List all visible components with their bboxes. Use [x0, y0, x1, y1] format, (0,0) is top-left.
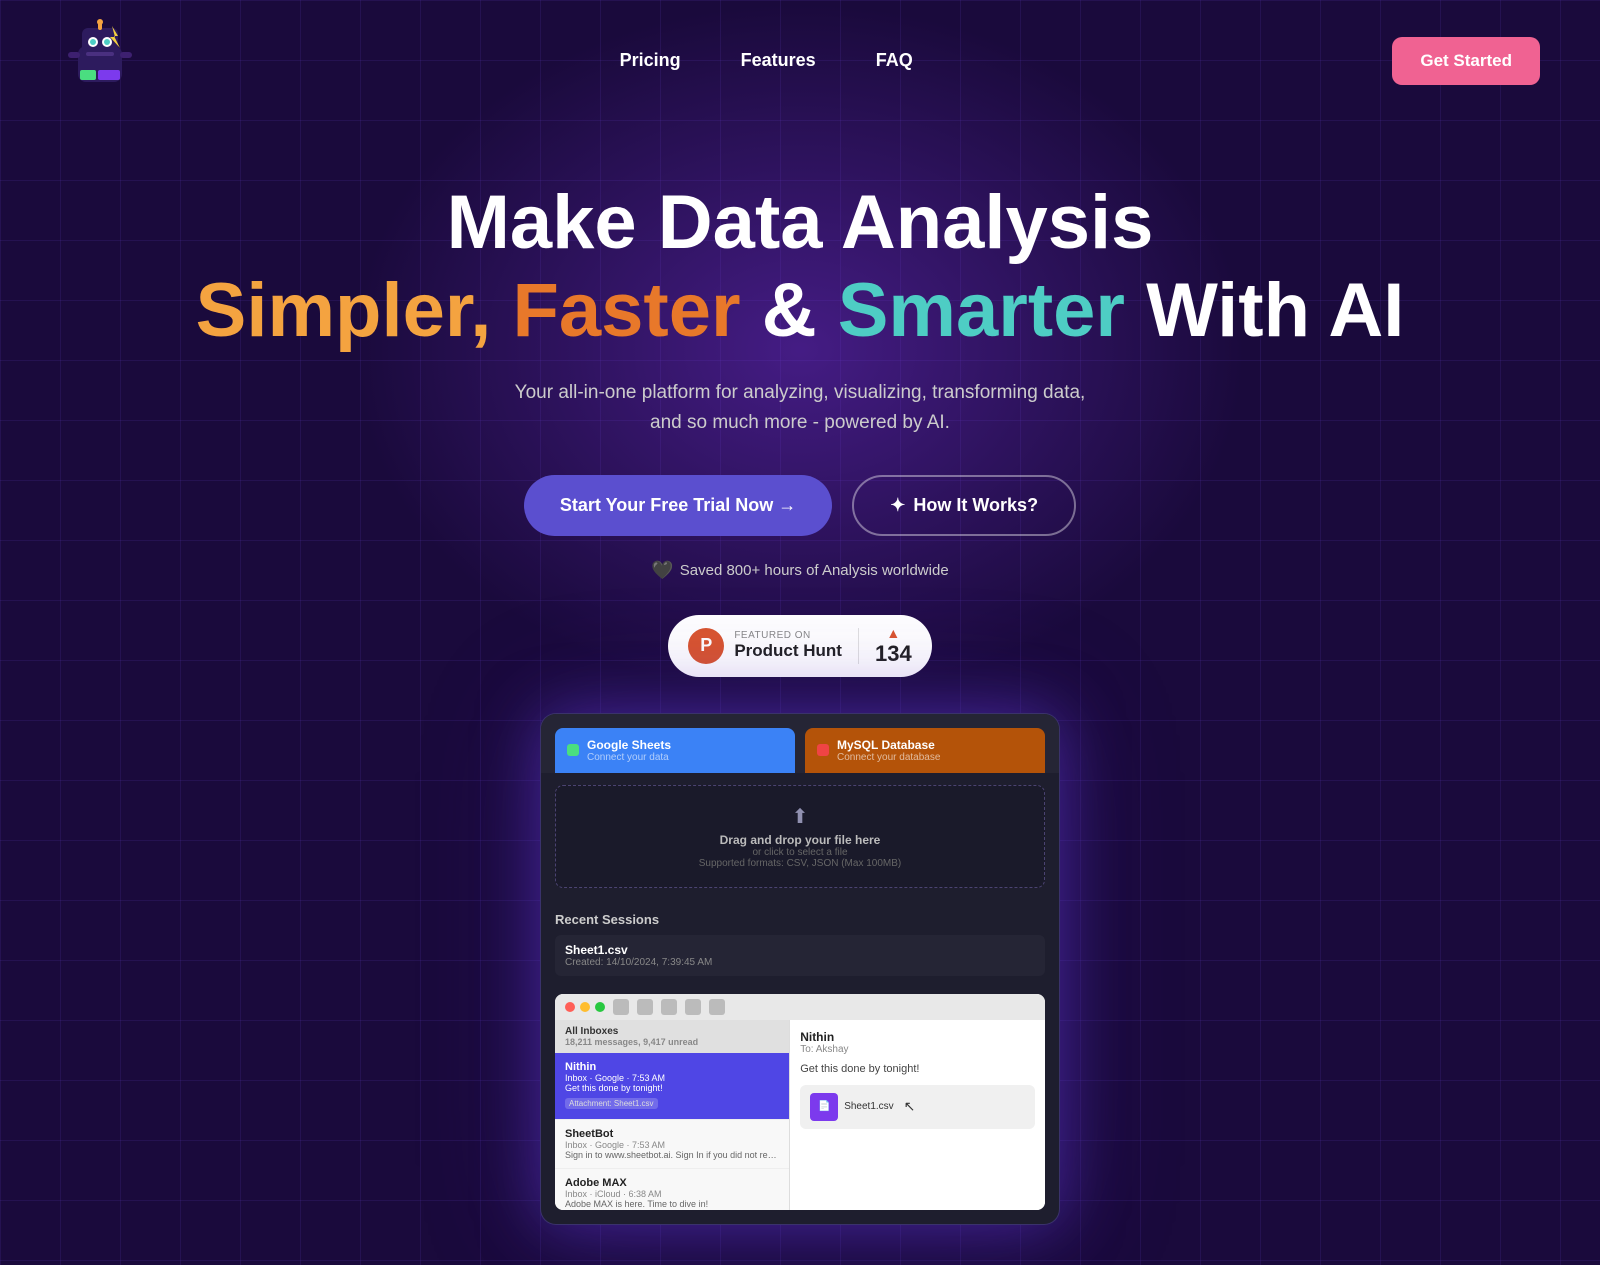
nav-faq[interactable]: FAQ	[876, 50, 913, 71]
hero-title-line2: Simpler, Faster & Smarter With AI	[20, 265, 1580, 356]
maximize-window-button[interactable]	[595, 1002, 605, 1012]
detail-sender: Nithin	[800, 1030, 1035, 1044]
mysql-icon	[817, 744, 829, 756]
mysql-connector[interactable]: MySQL Database Connect your database	[805, 728, 1045, 773]
hero-title-line1: Make Data Analysis	[20, 181, 1580, 265]
hero-section: Make Data Analysis Simpler, Faster & Sma…	[0, 121, 1600, 677]
ph-logo-icon: P	[688, 628, 724, 664]
toolbar-icon-2	[637, 999, 653, 1015]
ph-name: Product Hunt	[734, 641, 842, 661]
connector1-sub: Connect your data	[587, 752, 671, 763]
email-attachment-0: Attachment: Sheet1.csv	[565, 1098, 658, 1109]
email-item-2[interactable]: Adobe MAX Inbox · iCloud · 6:38 AM Adobe…	[555, 1169, 789, 1210]
csv-file-icon: 📄	[810, 1093, 838, 1121]
ph-arrow-icon: ▲	[886, 625, 900, 641]
email-item-0[interactable]: Nithin Inbox · Google · 7:53 AM Get this…	[555, 1053, 789, 1120]
email-preview-1: Sign in to www.sheetbot.ai. Sign In if y…	[565, 1150, 779, 1160]
toolbar-icon-3	[661, 999, 677, 1015]
recent-sessions-title: Recent Sessions	[555, 912, 1045, 927]
detail-to: To: Akshay	[800, 1044, 1035, 1055]
email-client: All Inboxes 18,211 messages, 9,417 unrea…	[555, 994, 1045, 1210]
upload-icon: ⬆	[574, 804, 1026, 829]
nav-pricing[interactable]: Pricing	[620, 50, 681, 71]
session-name: Sheet1.csv	[565, 943, 1035, 957]
nav-links: Pricing Features FAQ	[620, 50, 913, 71]
email-detail: Nithin To: Akshay Get this done by tonig…	[790, 1020, 1045, 1210]
connector2-title: MySQL Database	[837, 738, 940, 752]
email-toolbar	[555, 994, 1045, 1020]
file-attachment-card[interactable]: 📄 Sheet1.csv ↖	[800, 1085, 1035, 1129]
close-window-button[interactable]	[565, 1002, 575, 1012]
session-date: Created: 14/10/2024, 7:39:45 AM	[565, 957, 1035, 968]
ph-count: 134	[875, 641, 912, 667]
session-item[interactable]: Sheet1.csv Created: 14/10/2024, 7:39:45 …	[555, 935, 1045, 976]
connector-bar: Google Sheets Connect your data MySQL Da…	[541, 714, 1059, 773]
heart-icon: 🖤	[651, 560, 673, 581]
nav-get-started-button[interactable]: Get Started	[1392, 37, 1540, 85]
hero-simpler: Simpler,	[196, 268, 492, 353]
email-preview-0: Get this done by tonight!	[565, 1083, 779, 1093]
email-list: All Inboxes 18,211 messages, 9,417 unrea…	[555, 1020, 790, 1210]
inbox-title: All Inboxes	[565, 1026, 779, 1037]
google-sheets-icon	[567, 744, 579, 756]
detail-body: Get this done by tonight!	[800, 1063, 1035, 1075]
minimize-window-button[interactable]	[580, 1002, 590, 1012]
email-sender-0: Nithin	[565, 1061, 779, 1073]
email-list-header: All Inboxes 18,211 messages, 9,417 unrea…	[555, 1020, 789, 1053]
file-drop-zone[interactable]: ⬆ Drag and drop your file here or click …	[555, 785, 1045, 888]
sparkle-icon: ✦	[890, 495, 905, 516]
drop-zone-sub: or click to select a file	[574, 847, 1026, 858]
hero-buttons: Start Your Free Trial Now → ✦ How It Wor…	[20, 475, 1580, 536]
start-trial-button[interactable]: Start Your Free Trial Now →	[524, 475, 832, 536]
email-meta-0: Inbox · Google · 7:53 AM	[565, 1073, 779, 1083]
ph-vote-group: ▲ 134	[875, 625, 912, 667]
ph-divider	[858, 628, 859, 664]
drop-zone-formats: Supported formats: CSV, JSON (Max 100MB)	[574, 858, 1026, 869]
nav-features[interactable]: Features	[741, 50, 816, 71]
hero-and: &	[762, 268, 838, 353]
hero-faster: Faster	[512, 268, 740, 353]
how-it-works-button[interactable]: ✦ How It Works?	[852, 475, 1076, 536]
email-meta-1: Inbox · Google · 7:53 AM	[565, 1140, 779, 1150]
window-controls	[565, 1002, 605, 1012]
logo[interactable]	[60, 18, 140, 103]
cursor-icon: ↖	[904, 1098, 916, 1115]
email-sender-2: Adobe MAX	[565, 1177, 779, 1189]
hero-with-ai: With AI	[1146, 268, 1404, 353]
connector2-sub: Connect your database	[837, 752, 940, 763]
email-meta-2: Inbox · iCloud · 6:38 AM	[565, 1189, 779, 1199]
app-screenshot: Google Sheets Connect your data MySQL Da…	[540, 713, 1060, 1225]
attachment-filename: Sheet1.csv	[844, 1101, 893, 1112]
google-sheets-connector[interactable]: Google Sheets Connect your data	[555, 728, 795, 773]
drop-zone-title: Drag and drop your file here	[574, 833, 1026, 847]
hero-smarter: Smarter	[838, 268, 1125, 353]
toolbar-icon-5	[709, 999, 725, 1015]
recent-sessions: Recent Sessions Sheet1.csv Created: 14/1…	[541, 900, 1059, 994]
toolbar-icon-1	[613, 999, 629, 1015]
email-body: All Inboxes 18,211 messages, 9,417 unrea…	[555, 1020, 1045, 1210]
ph-text: FEATURED ON Product Hunt	[734, 630, 842, 661]
email-count: 18,211 messages, 9,417 unread	[565, 1037, 779, 1047]
toolbar-icon-4	[685, 999, 701, 1015]
email-preview-2: Adobe MAX is here. Time to dive in!	[565, 1199, 779, 1209]
email-item-1[interactable]: SheetBot Inbox · Google · 7:53 AM Sign i…	[555, 1120, 789, 1169]
email-sender-1: SheetBot	[565, 1128, 779, 1140]
product-hunt-badge[interactable]: P FEATURED ON Product Hunt ▲ 134	[668, 615, 931, 677]
app-screenshot-wrapper: Google Sheets Connect your data MySQL Da…	[0, 713, 1600, 1265]
navigation: Pricing Features FAQ Get Started	[0, 0, 1600, 121]
social-proof: 🖤 Saved 800+ hours of Analysis worldwide	[20, 560, 1580, 581]
ph-featured-label: FEATURED ON	[734, 630, 810, 641]
connector1-title: Google Sheets	[587, 738, 671, 752]
hero-description: Your all-in-one platform for analyzing, …	[20, 378, 1580, 439]
